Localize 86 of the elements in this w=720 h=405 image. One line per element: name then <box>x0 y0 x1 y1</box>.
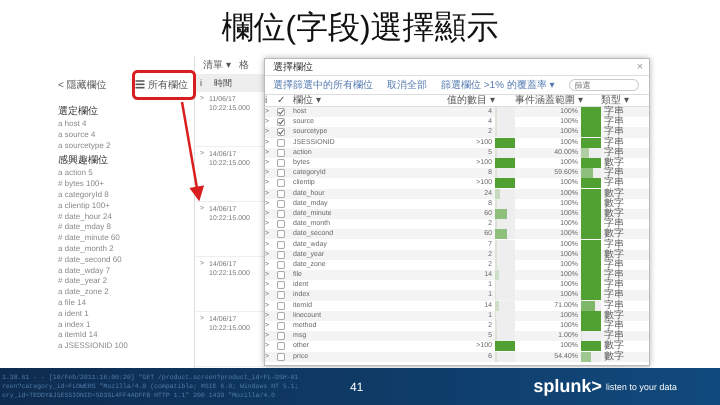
column-header: 時間 <box>213 76 233 90</box>
checkbox[interactable] <box>277 169 285 178</box>
checkbox[interactable] <box>277 159 285 168</box>
column-header[interactable]: i <box>265 95 277 107</box>
checkbox[interactable] <box>277 250 285 259</box>
page-number: 41 <box>350 380 364 394</box>
field-item[interactable]: a source 4 <box>58 130 194 141</box>
field-item[interactable]: a clientip 100+ <box>58 200 194 212</box>
checkbox[interactable] <box>277 210 285 218</box>
field-type: 字串 <box>603 138 625 148</box>
field-type: 數字 <box>603 229 625 240</box>
column-header[interactable]: 類型 ▾ <box>601 95 641 107</box>
field-item[interactable]: # bytes 100+ <box>58 179 194 190</box>
field-item[interactable]: # date_minute 60 <box>58 233 194 244</box>
checkbox[interactable] <box>277 291 285 300</box>
hide-fields-link[interactable]: < 隱藏欄位 <box>58 78 107 92</box>
field-type: 字串 <box>603 127 625 138</box>
field-type: 字串 <box>603 240 625 250</box>
column-header[interactable]: 值的數目 ▾ <box>439 95 495 107</box>
field-type: 數字 <box>603 188 625 199</box>
checkbox[interactable] <box>277 281 285 290</box>
all-fields-button[interactable]: ☰ 所有欄位 <box>135 78 188 92</box>
checkbox[interactable] <box>277 148 285 157</box>
field-item[interactable]: # date_year 2 <box>58 276 194 288</box>
field-type: 數字 <box>603 198 625 209</box>
checkbox[interactable] <box>277 302 285 310</box>
field-item[interactable]: # date_mday 8 <box>58 222 194 234</box>
field-item[interactable]: a sourcetype 2 <box>58 140 194 152</box>
checkbox[interactable] <box>277 322 285 330</box>
field-item[interactable]: # date_second 60 <box>58 254 194 266</box>
checkbox[interactable] <box>277 352 285 361</box>
field-type: 字串 <box>603 148 625 158</box>
checkbox[interactable] <box>277 332 285 340</box>
field-type: 字串 <box>603 178 625 188</box>
slide-title: 欄位(字段)選擇顯示 <box>220 8 500 47</box>
section-heading: 選定欄位 <box>58 106 99 118</box>
toolbar-link[interactable]: 篩選欄位 >1% 的覆蓋率 ▾ <box>441 78 555 92</box>
toolbar-link[interactable]: 取消全部 <box>387 78 427 92</box>
field-item[interactable]: a JSESSIONID 100 <box>58 341 194 352</box>
close-button[interactable]: × <box>636 61 643 73</box>
field-type: 字串 <box>603 260 625 270</box>
view-menu[interactable]: 格 <box>238 58 249 72</box>
checkbox[interactable] <box>277 271 285 280</box>
field-type: 數字 <box>603 310 625 321</box>
checkbox[interactable] <box>277 179 285 188</box>
column-header[interactable]: 欄位 ▾ <box>293 95 439 107</box>
checkbox[interactable] <box>277 230 285 238</box>
checkbox[interactable] <box>277 200 285 208</box>
column-header[interactable]: ✓ <box>277 95 293 107</box>
field-type: 數字 <box>603 208 625 219</box>
tagline: listen to your data <box>606 382 677 392</box>
checkbox[interactable] <box>277 118 285 126</box>
field-item[interactable]: a categoryId 8 <box>58 190 194 201</box>
checkbox[interactable] <box>277 108 285 116</box>
checkbox[interactable] <box>277 138 285 147</box>
toolbar-link[interactable]: 選擇篩選中的所有欄位 <box>273 78 373 92</box>
checkbox[interactable] <box>277 260 285 269</box>
highlight-frame <box>132 70 196 100</box>
field-item[interactable]: a date_wday 7 <box>58 266 194 276</box>
checkbox[interactable] <box>277 220 285 228</box>
section-heading: 感興趣欄位 <box>58 155 109 168</box>
checkbox[interactable] <box>277 342 285 350</box>
column-header[interactable]: 事件涵蓋範圍 ▾ <box>515 95 581 107</box>
field-item[interactable]: a index 1 <box>58 320 194 330</box>
logo: splunk> <box>533 376 602 397</box>
dialog-title: 選擇欄位 <box>273 60 313 74</box>
field-item[interactable]: a date_month 2 <box>58 244 194 255</box>
view-menu[interactable]: 清單 ▾ <box>203 58 231 72</box>
field-item[interactable]: a action 5 <box>58 168 194 180</box>
field-type: 數字 <box>603 341 625 352</box>
field-item[interactable]: a file 14 <box>58 298 194 309</box>
field-type: 字串 <box>603 300 625 311</box>
field-type: 數字 <box>603 352 625 362</box>
filter-field[interactable]: 篩選 <box>568 79 639 91</box>
field-item[interactable]: a itemId 14 <box>58 330 194 342</box>
checkbox[interactable] <box>277 128 285 136</box>
field-item[interactable]: # date_hour 24 <box>58 212 194 222</box>
checkbox[interactable] <box>277 190 285 198</box>
checkbox[interactable] <box>277 240 285 249</box>
field-type: 字串 <box>603 290 625 300</box>
field-item[interactable]: a date_zone 2 <box>58 287 194 298</box>
checkbox[interactable] <box>277 312 285 320</box>
column-header: i <box>199 78 203 88</box>
field-type: 數字 <box>603 250 625 260</box>
field-item[interactable]: a host 4 <box>58 119 194 130</box>
field-item[interactable]: a ident 1 <box>58 308 194 320</box>
